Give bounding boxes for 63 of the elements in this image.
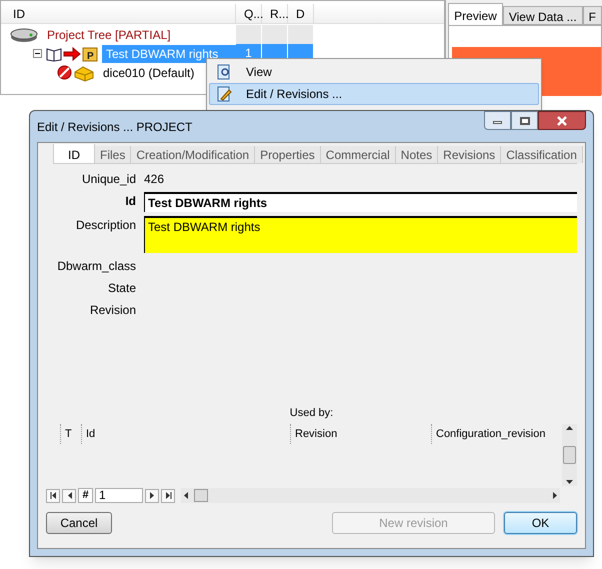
dialog-title: Edit / Revisions ... PROJECT — [37, 118, 192, 136]
column-header[interactable]: Configuration_revision — [436, 426, 546, 442]
menu-item[interactable]: Edit / Revisions ... — [209, 83, 539, 105]
first-record-icon[interactable] — [46, 488, 60, 502]
scroll-down-icon[interactable] — [566, 480, 573, 484]
previous-record-icon[interactable] — [62, 488, 76, 502]
collapse-icon[interactable] — [33, 49, 42, 58]
text-field[interactable]: Test DBWARM rights — [144, 192, 577, 212]
dialog-tab[interactable]: Classification — [501, 146, 583, 163]
disk-drive-icon — [9, 26, 39, 42]
panel-tab[interactable]: F — [582, 6, 602, 25]
menu-label: View — [245, 64, 272, 81]
close-icon[interactable] — [538, 111, 586, 130]
minimize-icon[interactable] — [484, 111, 511, 130]
scroll-thumb[interactable] — [563, 446, 576, 464]
column-header[interactable]: T — [65, 426, 72, 442]
field-label: Id — [124, 193, 136, 210]
field-label: Unique_id — [80, 171, 136, 188]
field-label: State — [106, 280, 136, 297]
arrow-icon — [63, 46, 81, 60]
tree-item[interactable]: Project Tree [PARTIAL] — [43, 26, 236, 44]
maximize-icon[interactable] — [511, 111, 538, 130]
dialog-button[interactable]: OK — [504, 512, 577, 534]
scroll-up-icon[interactable] — [566, 426, 573, 430]
goto-record-button[interactable]: # — [78, 488, 93, 503]
panel-tab[interactable]: View Data ... — [502, 6, 583, 25]
record-field[interactable]: 1 — [95, 488, 143, 503]
field-label: Revision — [88, 302, 136, 319]
horizontal-scrollbar[interactable] — [181, 488, 560, 503]
menu-item[interactable]: View — [209, 61, 539, 83]
scroll-right-icon[interactable] — [553, 492, 557, 499]
book-icon — [46, 46, 62, 62]
column-header[interactable]: R... — [262, 4, 288, 23]
block-icon — [73, 64, 95, 82]
vertical-scrollbar[interactable] — [562, 424, 577, 486]
dialog-tab[interactable]: Notes — [396, 146, 438, 163]
magnifier-page-icon — [216, 64, 232, 80]
field-value: 426 — [144, 171, 164, 188]
no-entry-icon — [57, 65, 72, 80]
memo-field[interactable]: Test DBWARM rights — [144, 216, 577, 253]
scroll-left-icon[interactable] — [184, 492, 188, 499]
dialog-tab[interactable]: Revisions — [438, 146, 502, 163]
column-header[interactable]: ID — [1, 4, 236, 23]
dialog-tab[interactable]: Commercial — [320, 146, 396, 163]
pencil-page-icon — [216, 86, 232, 102]
panel-tab[interactable]: Preview — [448, 3, 503, 25]
next-record-icon[interactable] — [145, 488, 159, 502]
column-header[interactable]: D — [288, 4, 314, 23]
dialog-tab[interactable]: Creation/Modification — [131, 146, 256, 163]
used-by-title: Used by: — [290, 406, 334, 420]
dialog-tab[interactable]: Files — [95, 146, 132, 163]
column-header[interactable]: Id — [86, 426, 96, 442]
last-record-icon[interactable] — [161, 488, 175, 502]
folder-icon: P — [82, 46, 98, 62]
dialog-tab[interactable]: Properties — [255, 146, 321, 163]
menu-label: Edit / Revisions ... — [245, 86, 342, 103]
field-label: Dbwarm_class — [56, 258, 136, 275]
dialog-button[interactable]: Cancel — [46, 512, 112, 534]
field-label: Description — [74, 217, 136, 234]
scroll-thumb[interactable] — [194, 489, 208, 502]
column-header[interactable]: Revision — [295, 426, 338, 442]
dialog-tab[interactable]: ID — [53, 144, 95, 163]
column-header[interactable]: Q... — [236, 4, 262, 23]
